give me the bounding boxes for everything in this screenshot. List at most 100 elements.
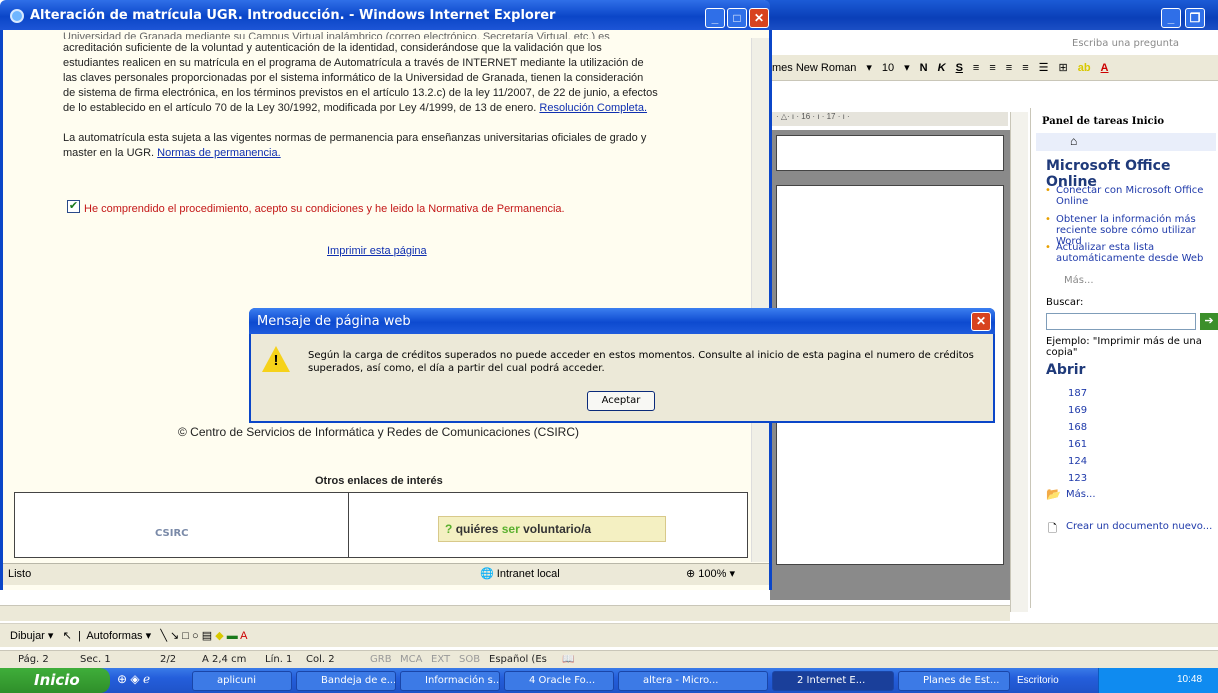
align-center-icon[interactable]: ≡ (986, 62, 998, 74)
taskbar-item[interactable]: 2 Internet E... (772, 671, 894, 691)
taskbar-item[interactable]: Planes de Est... (898, 671, 1010, 691)
taskbar-item[interactable]: 4 Oracle Fo... (504, 671, 614, 691)
new-document-link[interactable]: Crear un documento nuevo... (1066, 521, 1212, 532)
pane-link-update[interactable]: Actualizar esta lista automáticamente de… (1045, 242, 1218, 264)
highlight-icon[interactable]: ab (1075, 62, 1094, 74)
more-files-link[interactable]: Más... (1066, 489, 1096, 500)
resolucion-link[interactable]: Resolución Completa. (539, 102, 647, 114)
font-color-icon[interactable]: A (240, 630, 247, 642)
recent-file[interactable]: 123 (1068, 473, 1087, 484)
recent-file[interactable]: 168 (1068, 422, 1087, 433)
start-button[interactable]: Inicio (0, 668, 110, 693)
paragraph-text: master en la UGR. (63, 147, 155, 159)
underline-button[interactable]: S (953, 62, 966, 74)
word-title-bar: _ ❐ (765, 0, 1218, 30)
page-indicator: Pág. 2 (18, 654, 49, 665)
arrow-icon[interactable]: ↘ (170, 630, 179, 642)
taskbar-item[interactable]: Información s... (400, 671, 500, 691)
csirc-logo-text: CSIRC (155, 528, 189, 539)
home-icon[interactable]: ⌂ (1070, 134, 1077, 148)
normas-link[interactable]: Normas de permanencia. (157, 147, 281, 159)
word-status-bar: Pág. 2 Sec. 1 2/2 A 2,4 cm Lín. 1 Col. 2… (0, 650, 1218, 668)
dropdown-icon[interactable]: ▾ (901, 61, 913, 74)
ask-question-box[interactable]: Escriba una pregunta (1072, 38, 1179, 49)
oval-icon[interactable]: ○ (192, 630, 199, 642)
line-color-icon[interactable]: ▬ (227, 630, 238, 642)
taskbar-item[interactable]: Bandeja de e... (296, 671, 396, 691)
close-icon[interactable]: ✕ (749, 8, 769, 28)
window-title: Alteración de matrícula UGR. Introducció… (30, 8, 556, 23)
go-arrow-icon[interactable]: ➔ (1200, 313, 1218, 330)
spelling-icon[interactable]: 📖 (562, 654, 574, 665)
zoom-icon: ⊕ (686, 568, 696, 580)
select-arrow-icon[interactable]: ↖ (63, 630, 72, 642)
maximize-icon[interactable]: □ (727, 8, 747, 28)
restore-icon[interactable]: ❐ (1185, 8, 1205, 28)
recent-file[interactable]: 161 (1068, 439, 1087, 450)
paragraph-line: de lo establecido en el artículo 70 de l… (63, 102, 743, 115)
search-input[interactable] (1046, 313, 1196, 330)
pane-link-connect[interactable]: Conectar con Microsoft Office Online (1045, 185, 1218, 207)
page-scrollbar[interactable] (751, 38, 769, 562)
more-link[interactable]: Más... (1064, 275, 1094, 286)
line-icon[interactable]: ╲ (160, 630, 167, 642)
accept-checkbox[interactable]: ✔ (67, 200, 80, 213)
recent-file[interactable]: 169 (1068, 405, 1087, 416)
folder-icon: 📂 (1046, 487, 1061, 501)
mca-indicator: MCA (400, 654, 423, 665)
paragraph-line: estudiantes realicen en su matrícula en … (63, 57, 644, 69)
grb-indicator: GRB (370, 654, 392, 665)
volunteer-banner[interactable]: ? quiéres ser voluntario/a (438, 516, 666, 542)
font-name-select[interactable]: mes New Roman (769, 62, 859, 74)
rectangle-icon[interactable]: □ (182, 630, 189, 642)
checkbox-label: He comprendido el procedimiento, acepto … (84, 203, 565, 215)
horizontal-scrollbar[interactable] (0, 605, 1010, 621)
vertical-scrollbar[interactable] (1010, 112, 1028, 612)
ie-logo-icon (10, 9, 24, 23)
align-right-icon[interactable]: ≡ (1003, 62, 1015, 74)
close-icon[interactable]: ✕ (971, 312, 991, 331)
accept-button[interactable]: Aceptar (587, 391, 655, 411)
taskbar-item[interactable]: aplicuni (192, 671, 292, 691)
bold-button[interactable]: N (917, 62, 931, 74)
ie-status-bar: Listo (3, 563, 769, 585)
document-page[interactable] (776, 135, 1004, 171)
position-indicator: A 2,4 cm (202, 654, 247, 665)
draw-menu[interactable]: Dibujar (10, 630, 45, 642)
paragraph-line: master en la UGR. Normas de permanencia. (63, 147, 743, 160)
section-indicator: Sec. 1 (80, 654, 111, 665)
globe-icon: 🌐 (480, 568, 494, 580)
zoom-control[interactable]: ⊕ 100% ▾ (686, 567, 735, 580)
csirc-logo[interactable]: CSIRC (155, 528, 189, 539)
recent-file[interactable]: 124 (1068, 456, 1087, 467)
list-icon[interactable]: ☰ (1036, 61, 1052, 74)
font-size-select[interactable]: 10 (879, 62, 897, 74)
paragraph-line: Universidad de Granada mediante su Campu… (63, 31, 610, 39)
align-left-icon[interactable]: ≡ (970, 62, 982, 74)
taskbar-item[interactable]: altera - Micro... (618, 671, 768, 691)
font-color-icon[interactable]: A (1098, 62, 1112, 74)
paragraph-text: de lo establecido en el artículo 70 de l… (63, 102, 537, 114)
quick-launch[interactable]: ⊕ ◈ ℯ (117, 672, 150, 686)
autoshapes-menu[interactable]: Autoformas (86, 630, 142, 642)
paragraph-line: acreditación suficiente de la voluntad y… (63, 42, 602, 54)
ext-indicator: EXT (431, 654, 451, 665)
open-heading: Abrir (1046, 362, 1086, 378)
justify-icon[interactable]: ≡ (1019, 62, 1031, 74)
textbox-icon[interactable]: ▤ (202, 630, 212, 642)
clock[interactable]: 10:48 (1177, 674, 1202, 685)
dropdown-icon[interactable]: ▾ (863, 61, 875, 74)
minimize-icon[interactable]: _ (705, 8, 725, 28)
fill-color-icon[interactable]: ◆ (215, 630, 223, 642)
recent-file[interactable]: 187 (1068, 388, 1087, 399)
question-icon: ? (445, 522, 453, 536)
status-text: Listo (8, 568, 32, 580)
dialog-message: Según la carga de créditos superados no … (308, 350, 974, 374)
desktop-toolbar[interactable]: Escritorio (1017, 675, 1059, 686)
minimize-icon[interactable]: _ (1161, 8, 1181, 28)
italic-button[interactable]: K (935, 62, 949, 74)
other-links-heading: Otros enlaces de interés (315, 475, 443, 487)
start-label: Inicio (34, 671, 80, 689)
print-page-link[interactable]: Imprimir esta página (327, 245, 427, 257)
border-icon[interactable]: ⊞ (1055, 61, 1070, 74)
